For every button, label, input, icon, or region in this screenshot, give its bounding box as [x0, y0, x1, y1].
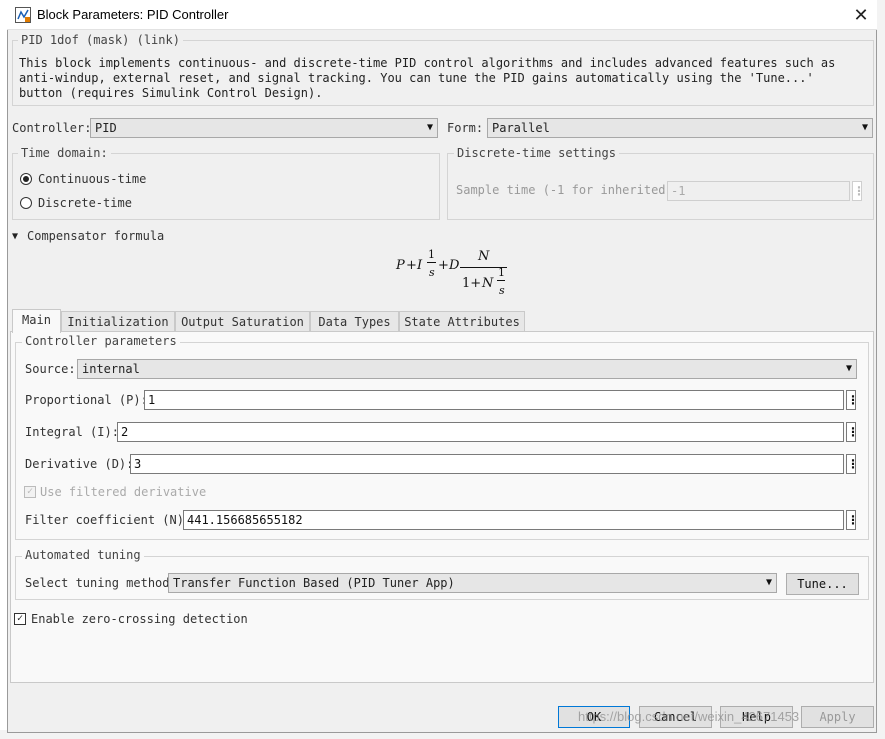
formula-s-1: s [429, 266, 435, 279]
integral-field[interactable]: 2 [117, 422, 844, 442]
zero-crossing-label[interactable]: Enable zero-crossing detection [31, 612, 248, 626]
sample-time-label: Sample time (-1 for inherited): [456, 183, 680, 197]
filter-coefficient-more-icon[interactable]: ⋮ [846, 510, 859, 530]
formula-plus-2: + [438, 258, 449, 273]
derivative-label: Derivative (D): [25, 457, 134, 471]
filter-coefficient-label: Filter coefficient (N): [25, 513, 192, 527]
proportional-label: Proportional (P): [25, 393, 148, 407]
watermark: https://blog.csdn.net/weixin_42671453 [578, 709, 800, 724]
tab-output-saturation[interactable]: Output Saturation [175, 311, 310, 331]
filtered-derivative-checkbox: ✓ [24, 486, 36, 498]
automated-tuning-title: Automated tuning [22, 548, 144, 562]
time-domain-title: Time domain: [18, 146, 111, 160]
description-text: This block implements continuous- and di… [19, 56, 836, 100]
filter-coefficient-field[interactable]: 441.156685655182 [183, 510, 844, 530]
compensator-formula-label[interactable]: Compensator formula [27, 229, 164, 243]
sample-time-field: -1 [667, 181, 850, 201]
derivative-more-icon[interactable]: ⋮ [846, 454, 859, 474]
formula-i: I [417, 258, 423, 273]
formula-one-1: 1 [428, 248, 435, 261]
compensator-formula: P + I 1 s + D N 1+ N 1 s [396, 248, 516, 302]
formula-small-bar [497, 280, 505, 281]
filtered-derivative-label: Use filtered derivative [40, 485, 207, 499]
apply-button[interactable]: Apply [801, 706, 874, 728]
formula-p: P [396, 258, 405, 273]
tuning-method-dropdown[interactable]: Transfer Function Based (PID Tuner App) … [168, 573, 777, 593]
source-value: internal [82, 362, 140, 376]
controller-dropdown[interactable]: PID ▼ [90, 118, 438, 138]
formula-one-2: 1 [498, 266, 505, 279]
simulink-block-icon [15, 7, 31, 23]
zero-crossing-checkbox[interactable]: ✓ [14, 613, 26, 625]
integral-more-icon[interactable]: ⋮ [846, 422, 859, 442]
proportional-more-icon[interactable]: ⋮ [846, 390, 859, 410]
formula-d: D [449, 258, 460, 273]
background-app-edge [877, 0, 885, 739]
discrete-settings-title: Discrete-time settings [454, 146, 619, 160]
formula-denom-n: N [482, 276, 494, 291]
tab-state-attributes[interactable]: State Attributes [399, 311, 525, 331]
chevron-down-icon: ▼ [845, 363, 852, 374]
discrete-time-radio[interactable] [20, 197, 32, 209]
formula-denom-one-plus: 1+ [462, 276, 482, 291]
formula-fraction-bar [427, 262, 436, 263]
continuous-time-label[interactable]: Continuous-time [38, 172, 146, 186]
tab-initialization[interactable]: Initialization [61, 311, 175, 331]
chevron-down-icon: ▼ [861, 122, 868, 133]
source-label: Source: [25, 362, 76, 376]
continuous-time-radio[interactable] [20, 173, 32, 185]
controller-value: PID [95, 121, 117, 135]
tune-button[interactable]: Tune... [786, 573, 859, 595]
tab-data-types[interactable]: Data Types [310, 311, 399, 331]
discrete-time-label[interactable]: Discrete-time [38, 196, 132, 210]
window-title: Block Parameters: PID Controller [37, 7, 229, 22]
collapse-triangle-icon[interactable]: ▼ [12, 231, 18, 242]
formula-s-2: s [499, 284, 505, 297]
derivative-field[interactable]: 3 [130, 454, 844, 474]
controller-label: Controller: [12, 121, 92, 135]
formula-plus-1: + [406, 258, 417, 273]
chevron-down-icon: ▼ [426, 122, 433, 133]
description-title: PID 1dof (mask) (link) [18, 33, 183, 47]
integral-label: Integral (I): [25, 425, 119, 439]
formula-n: N [478, 249, 490, 264]
tuning-method-label: Select tuning method: [25, 576, 177, 590]
tuning-method-value: Transfer Function Based (PID Tuner App) [173, 576, 455, 590]
more-options-icon: ⋮ [852, 181, 865, 201]
source-dropdown[interactable]: internal ▼ [77, 359, 857, 379]
form-value: Parallel [492, 121, 550, 135]
form-dropdown[interactable]: Parallel ▼ [487, 118, 873, 138]
proportional-field[interactable]: 1 [144, 390, 844, 410]
chevron-down-icon: ▼ [765, 577, 772, 588]
tab-main[interactable]: Main [12, 309, 61, 333]
controller-parameters-title: Controller parameters [22, 334, 180, 348]
close-icon[interactable]: ✕ [846, 3, 876, 27]
form-label: Form: [447, 121, 484, 135]
